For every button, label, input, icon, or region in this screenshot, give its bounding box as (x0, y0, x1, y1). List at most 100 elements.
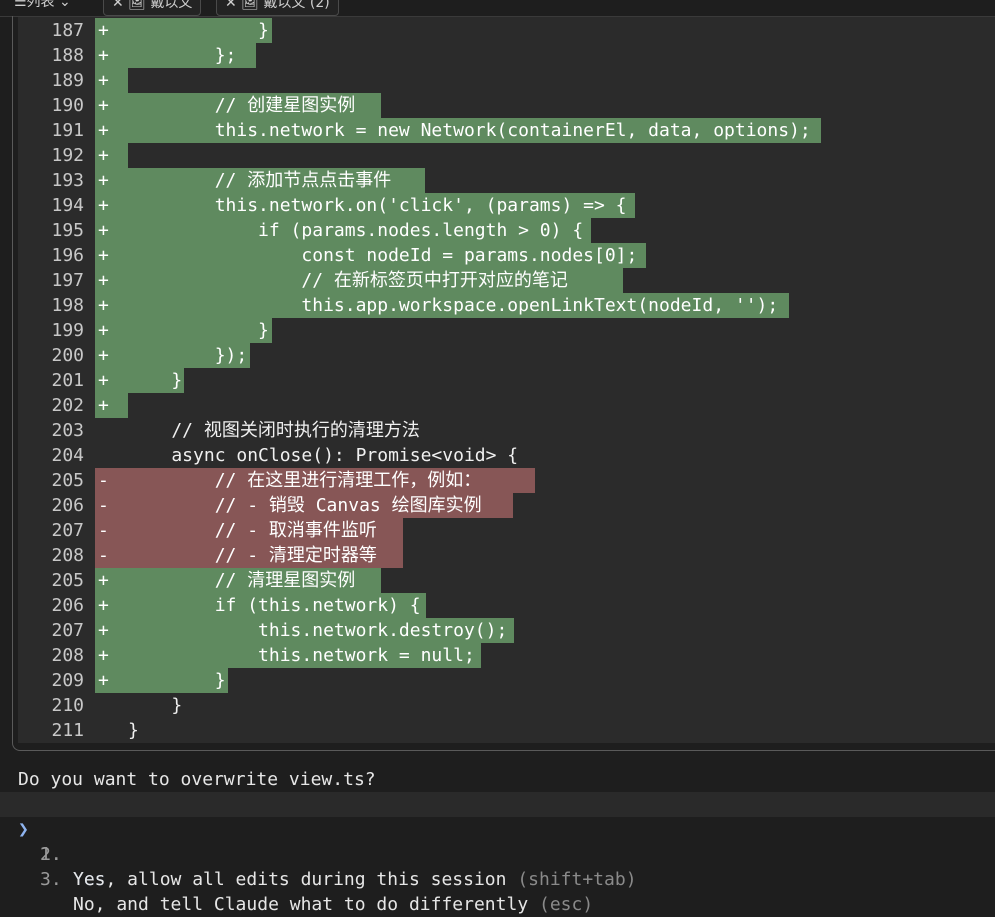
list-view-label: ☰列表 (14, 0, 55, 10)
diff-line: 208- // - 清理定时器等 (18, 543, 995, 568)
diff-line: 193 + // 添加节点点击事件 (18, 168, 995, 193)
code-text: } (128, 670, 226, 691)
diff-line: 189 + (18, 68, 995, 93)
diff-line: 204 async onClose(): Promise<void> { (18, 443, 995, 468)
diff-line: 205- // 在这里进行清理工作，例如： (18, 468, 995, 493)
plus-icon: + (98, 195, 109, 216)
line-number: 196 (51, 245, 84, 266)
option-label: Yes, allow all edits during this session (73, 869, 507, 890)
plus-icon: + (98, 570, 109, 591)
line-number: 205 (51, 570, 84, 591)
line-number: 191 (51, 120, 84, 141)
diff-line: 198 + this.app.workspace.openLinkText(nod… (18, 293, 995, 318)
diff-line: 206- // - 销毁 Canvas 绘图库实例 (18, 493, 995, 518)
plus-icon: + (98, 595, 109, 616)
line-number: 190 (51, 95, 84, 116)
code-text: // - 取消事件监听 (128, 520, 377, 541)
line-number: 210 (51, 695, 84, 716)
option-shortcut-hint: (shift+tab) (517, 869, 637, 890)
minus-icon: - (98, 470, 109, 491)
diff-line: 192 + (18, 143, 995, 168)
minus-icon: - (98, 520, 109, 541)
plus-icon: + (98, 145, 109, 166)
plus-icon: + (98, 45, 109, 66)
plus-icon: + (98, 395, 109, 416)
code-text: // 视图关闭时执行的清理方法 (128, 420, 420, 441)
tab-file-1[interactable]: ✕ 🖼 戴以文 (103, 0, 202, 16)
code-text: this.network.on('click', (params) => { (128, 195, 627, 216)
code-text: } (128, 20, 269, 41)
option-tell-claude[interactable]: 3. No, and tell Claude what to do differ… (0, 842, 995, 915)
plus-icon: + (98, 120, 109, 141)
plus-icon: + (98, 245, 109, 266)
line-number: 198 (51, 295, 84, 316)
diff-line: 201 + } (18, 368, 995, 393)
diff-line: 199 + } (18, 318, 995, 343)
code-text: this.network = null; (128, 645, 475, 666)
line-number: 200 (51, 345, 84, 366)
option-shortcut-hint: (esc) (539, 894, 594, 915)
line-number: 194 (51, 195, 84, 216)
line-number: 208 (51, 545, 84, 566)
diff-line: 191 + this.network = new Network(containe… (18, 118, 995, 143)
diff-line: 208 + this.network = null; (18, 643, 995, 668)
diff-line: 197 + // 在新标签页中打开对应的笔记 (18, 268, 995, 293)
line-number: 203 (51, 420, 84, 441)
line-number: 207 (51, 520, 84, 541)
minus-icon: - (98, 495, 109, 516)
plus-icon: + (98, 320, 109, 341)
line-number: 206 (51, 595, 84, 616)
tab-file-2[interactable]: ✕ 🖼 戴以文 (2) (216, 0, 339, 16)
line-number: 193 (51, 170, 84, 191)
code-text: } (128, 695, 183, 716)
code-text: this.app.workspace.openLinkText(nodeId, … (128, 295, 779, 316)
plus-icon: + (98, 170, 109, 191)
diff-line: 211} (18, 718, 995, 743)
line-number: 206 (51, 495, 84, 516)
code-text: }; (128, 45, 237, 66)
tab-bar: ☰列表 ⌄ ✕ 🖼 戴以文 ✕ 🖼 戴以文 (2) (0, 0, 995, 17)
line-number: 195 (51, 220, 84, 241)
line-number: 205 (51, 470, 84, 491)
line-number: 207 (51, 620, 84, 641)
diff-line: 188 + }; (18, 43, 995, 68)
code-text: // 添加节点点击事件 (128, 170, 392, 191)
line-number: 192 (51, 145, 84, 166)
line-number: 202 (51, 395, 84, 416)
diff-line: 194 + this.network.on('click', (params) =… (18, 193, 995, 218)
diff-line: 202 + (18, 393, 995, 418)
plus-icon: + (98, 645, 109, 666)
code-text: } (128, 720, 139, 741)
line-number: 199 (51, 320, 84, 341)
code-text: // 创建星图实例 (128, 95, 356, 116)
code-text: if (params.nodes.length > 0) { (128, 220, 584, 241)
minus-icon: - (98, 545, 109, 566)
list-view-tab[interactable]: ☰列表 ⌄ (14, 0, 71, 14)
diff-line: 196 + const nodeId = params.nodes[0]; (18, 243, 995, 268)
plus-icon: + (98, 95, 109, 116)
plus-icon: + (98, 20, 109, 41)
plus-icon: + (98, 370, 109, 391)
line-number: 201 (51, 370, 84, 391)
plus-icon: + (98, 70, 109, 91)
line-number: 208 (51, 645, 84, 666)
tab-file-2-label: ✕ 🖼 戴以文 (2) (225, 0, 330, 11)
code-text: // 清理星图实例 (128, 570, 356, 591)
line-number: 188 (51, 45, 84, 66)
line-number: 187 (51, 20, 84, 41)
diff-line: 205 + // 清理星图实例 (18, 568, 995, 593)
diff-line: 190 + // 创建星图实例 (18, 93, 995, 118)
code-text: this.network = new Network(containerEl, … (128, 120, 811, 141)
diff-line: 209 + } (18, 668, 995, 693)
code-text: // 在这里进行清理工作，例如： (128, 470, 482, 491)
code-text: } (128, 370, 183, 391)
diff-line: 206 + if (this.network) { (18, 593, 995, 618)
option-allow-all-edits[interactable]: 2. Yes, allow all edits during this sess… (0, 817, 995, 890)
option-label: No, and tell Claude what to do different… (73, 894, 529, 915)
code-text: // - 销毁 Canvas 绘图库实例 (128, 495, 482, 516)
option-yes[interactable]: ❯ 1. Yes (0, 792, 995, 890)
diff-line: 187 + } (18, 18, 995, 43)
code-text: // - 清理定时器等 (128, 545, 377, 566)
diff-line: 210 } (18, 693, 995, 718)
diff-line: 200 + }); (18, 343, 995, 368)
